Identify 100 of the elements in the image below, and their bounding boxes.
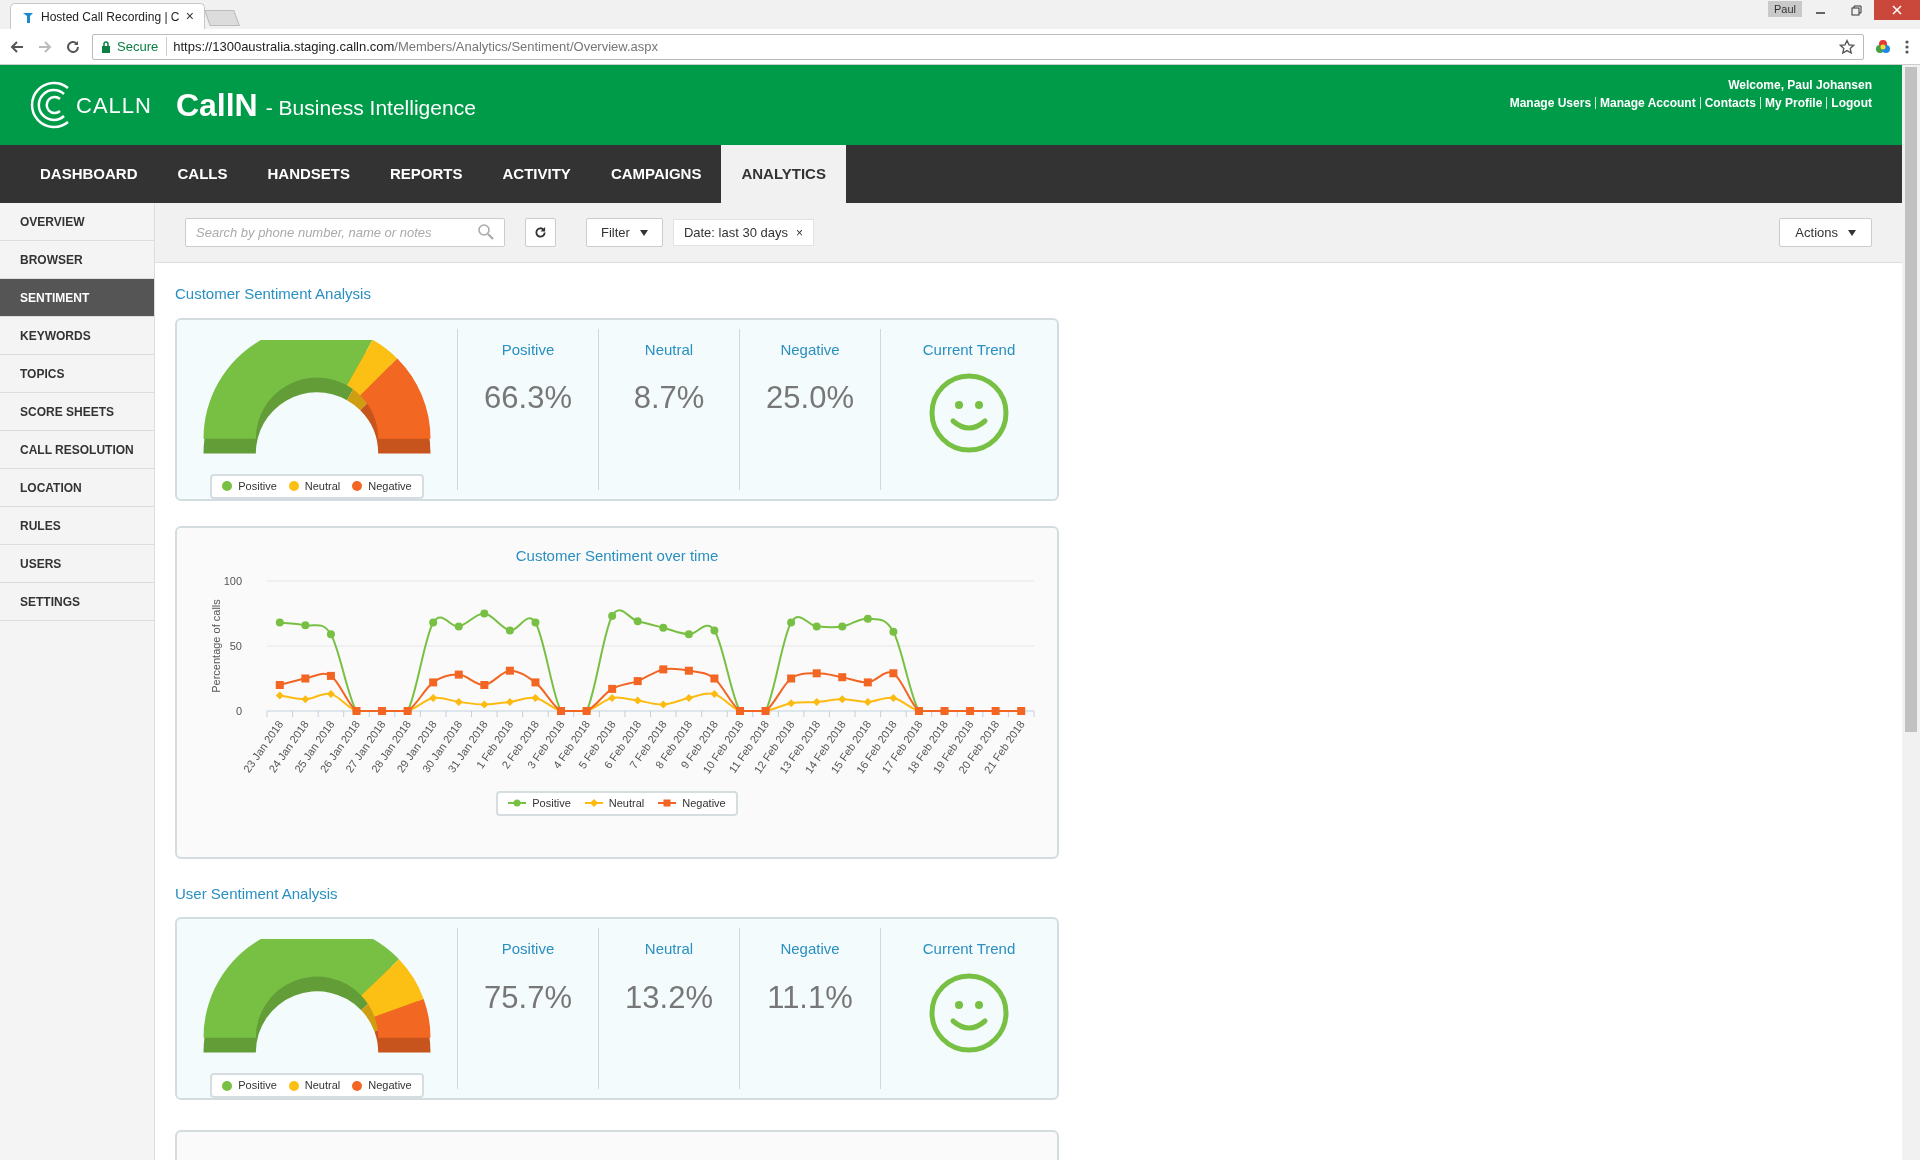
data-point	[659, 623, 668, 632]
lock-icon	[101, 40, 111, 53]
caret-icon	[639, 229, 648, 236]
data-point	[710, 674, 719, 682]
y-tick-label: 50	[229, 639, 242, 652]
filter-button[interactable]: Filter	[586, 218, 663, 247]
nav-tab[interactable]: CAMPAIGNS	[590, 145, 722, 203]
smiley-icon	[929, 972, 1009, 1053]
stat-value: 11.1%	[767, 978, 853, 1017]
date-filter-tag[interactable]: Date: last 30 days ×	[672, 219, 814, 246]
data-point	[684, 693, 693, 702]
caret-icon	[1848, 229, 1856, 236]
date-filter-label: Date: last 30 days	[683, 223, 788, 242]
y-tick-label: 100	[223, 574, 242, 587]
nav-tab[interactable]: CALLS	[157, 145, 248, 203]
profile-badge[interactable]: Paul	[1767, 1, 1802, 17]
data-point	[275, 680, 284, 689]
legend-label: Neutral	[304, 1078, 341, 1094]
stat-label: Positive	[501, 339, 555, 360]
header-link[interactable]: Contacts	[1699, 97, 1760, 109]
data-point	[863, 677, 872, 686]
data-point	[633, 616, 642, 625]
stat-label: Neutral	[644, 339, 694, 360]
sidebar-item[interactable]: LOCATION	[0, 469, 154, 507]
data-point	[608, 611, 617, 620]
section-title: User Sentiment Analysis	[175, 883, 338, 904]
data-point	[531, 693, 540, 702]
chart-title: Customer Sentiment over time	[515, 545, 719, 565]
search-field[interactable]: Search by phone number, name or notes	[185, 218, 505, 247]
scrollbar-thumb[interactable]	[1905, 67, 1917, 732]
nav-tab[interactable]: ACTIVITY	[482, 145, 591, 203]
legend-label: Negative	[368, 478, 412, 494]
stat-value: 66.3%	[484, 379, 572, 417]
data-point	[608, 684, 617, 693]
sidebar-item[interactable]: SCORE SHEETS	[0, 393, 154, 431]
url-text: https://1300australia.staging.calln.com/Members/Analytics/Sentiment/Overview.aspx	[173, 37, 659, 56]
y-axis-title: Percentage of calls	[210, 598, 222, 693]
tab-close-button[interactable]: ×	[185, 6, 194, 27]
remove-tag-button[interactable]: ×	[795, 223, 803, 242]
legend-label: Positive	[532, 795, 571, 811]
trend-label: Current Trend	[922, 339, 1016, 360]
app-subtitle: - Business Intelligence	[265, 95, 476, 122]
stat-value: 13.2%	[625, 978, 713, 1017]
data-point	[326, 629, 335, 638]
sidebar-item[interactable]: TOPICS	[0, 355, 154, 393]
data-point	[659, 700, 668, 708]
nav-tab[interactable]: DASHBOARD	[20, 145, 158, 203]
data-point	[608, 693, 617, 702]
browser-tab[interactable]: Hosted Call Recording | C ×	[10, 3, 205, 29]
data-point	[889, 668, 898, 677]
legend-marker-icon	[508, 798, 527, 808]
sidebar-item[interactable]: KEYWORDS	[0, 317, 154, 355]
data-point	[301, 620, 310, 629]
data-point	[326, 689, 335, 698]
refresh-button[interactable]	[525, 218, 556, 247]
data-point	[787, 618, 796, 627]
data-point	[684, 666, 693, 675]
legend-marker-icon	[658, 798, 677, 808]
sidebar-item[interactable]: SETTINGS	[0, 583, 154, 621]
legend-label: Positive	[238, 1078, 277, 1094]
data-point	[275, 690, 284, 699]
restore-icon[interactable]	[1850, 4, 1864, 18]
stat-value: 75.7%	[484, 978, 572, 1017]
stat-value: 8.7%	[633, 379, 705, 417]
sidebar-item[interactable]: CALL RESOLUTION	[0, 431, 154, 469]
data-point	[633, 696, 642, 705]
scrollbar[interactable]	[1902, 65, 1920, 1160]
data-point	[838, 672, 847, 681]
secure-label: Secure	[117, 36, 168, 57]
welcome-text: Welcome, Paul Johansen	[1728, 77, 1872, 94]
data-point	[429, 677, 438, 686]
legend-label: Positive	[238, 478, 277, 494]
data-point	[659, 664, 668, 673]
sidebar-item[interactable]: USERS	[0, 545, 154, 583]
header-link[interactable]: Logout	[1826, 97, 1872, 109]
close-icon	[1892, 5, 1902, 15]
address-bar[interactable]: Secure https://1300australia.staging.calln.com/Members/Analytics/Sentiment/Overview.aspx	[92, 33, 1864, 60]
nav-tab[interactable]: HANDSETS	[247, 145, 370, 203]
actions-button[interactable]: Actions	[1779, 218, 1872, 247]
sidebar-item[interactable]: RULES	[0, 507, 154, 545]
data-point	[531, 618, 540, 627]
nav-tab[interactable]: ANALYTICS	[721, 145, 846, 203]
section-title: Customer Sentiment Analysis	[175, 284, 371, 304]
extension-icon[interactable]	[1874, 37, 1892, 56]
stat-label: Neutral	[644, 939, 694, 959]
legend-label: Negative	[368, 1078, 412, 1094]
data-point	[531, 677, 540, 686]
data-point	[429, 618, 438, 627]
nav-tab[interactable]: REPORTS	[370, 145, 483, 203]
data-point	[812, 622, 821, 630]
header-link[interactable]: Manage Account	[1595, 97, 1700, 109]
header-link[interactable]: My Profile	[1760, 97, 1827, 109]
legend-marker-icon	[584, 798, 603, 808]
data-point	[301, 674, 310, 682]
y-tick-label: 0	[235, 704, 242, 717]
header-link[interactable]: Manage Users	[1505, 97, 1596, 109]
sidebar-item[interactable]: SENTIMENT	[0, 279, 154, 317]
star-icon[interactable]	[1839, 38, 1855, 55]
sidebar-item[interactable]: OVERVIEW	[0, 203, 154, 241]
data-point	[505, 697, 514, 706]
